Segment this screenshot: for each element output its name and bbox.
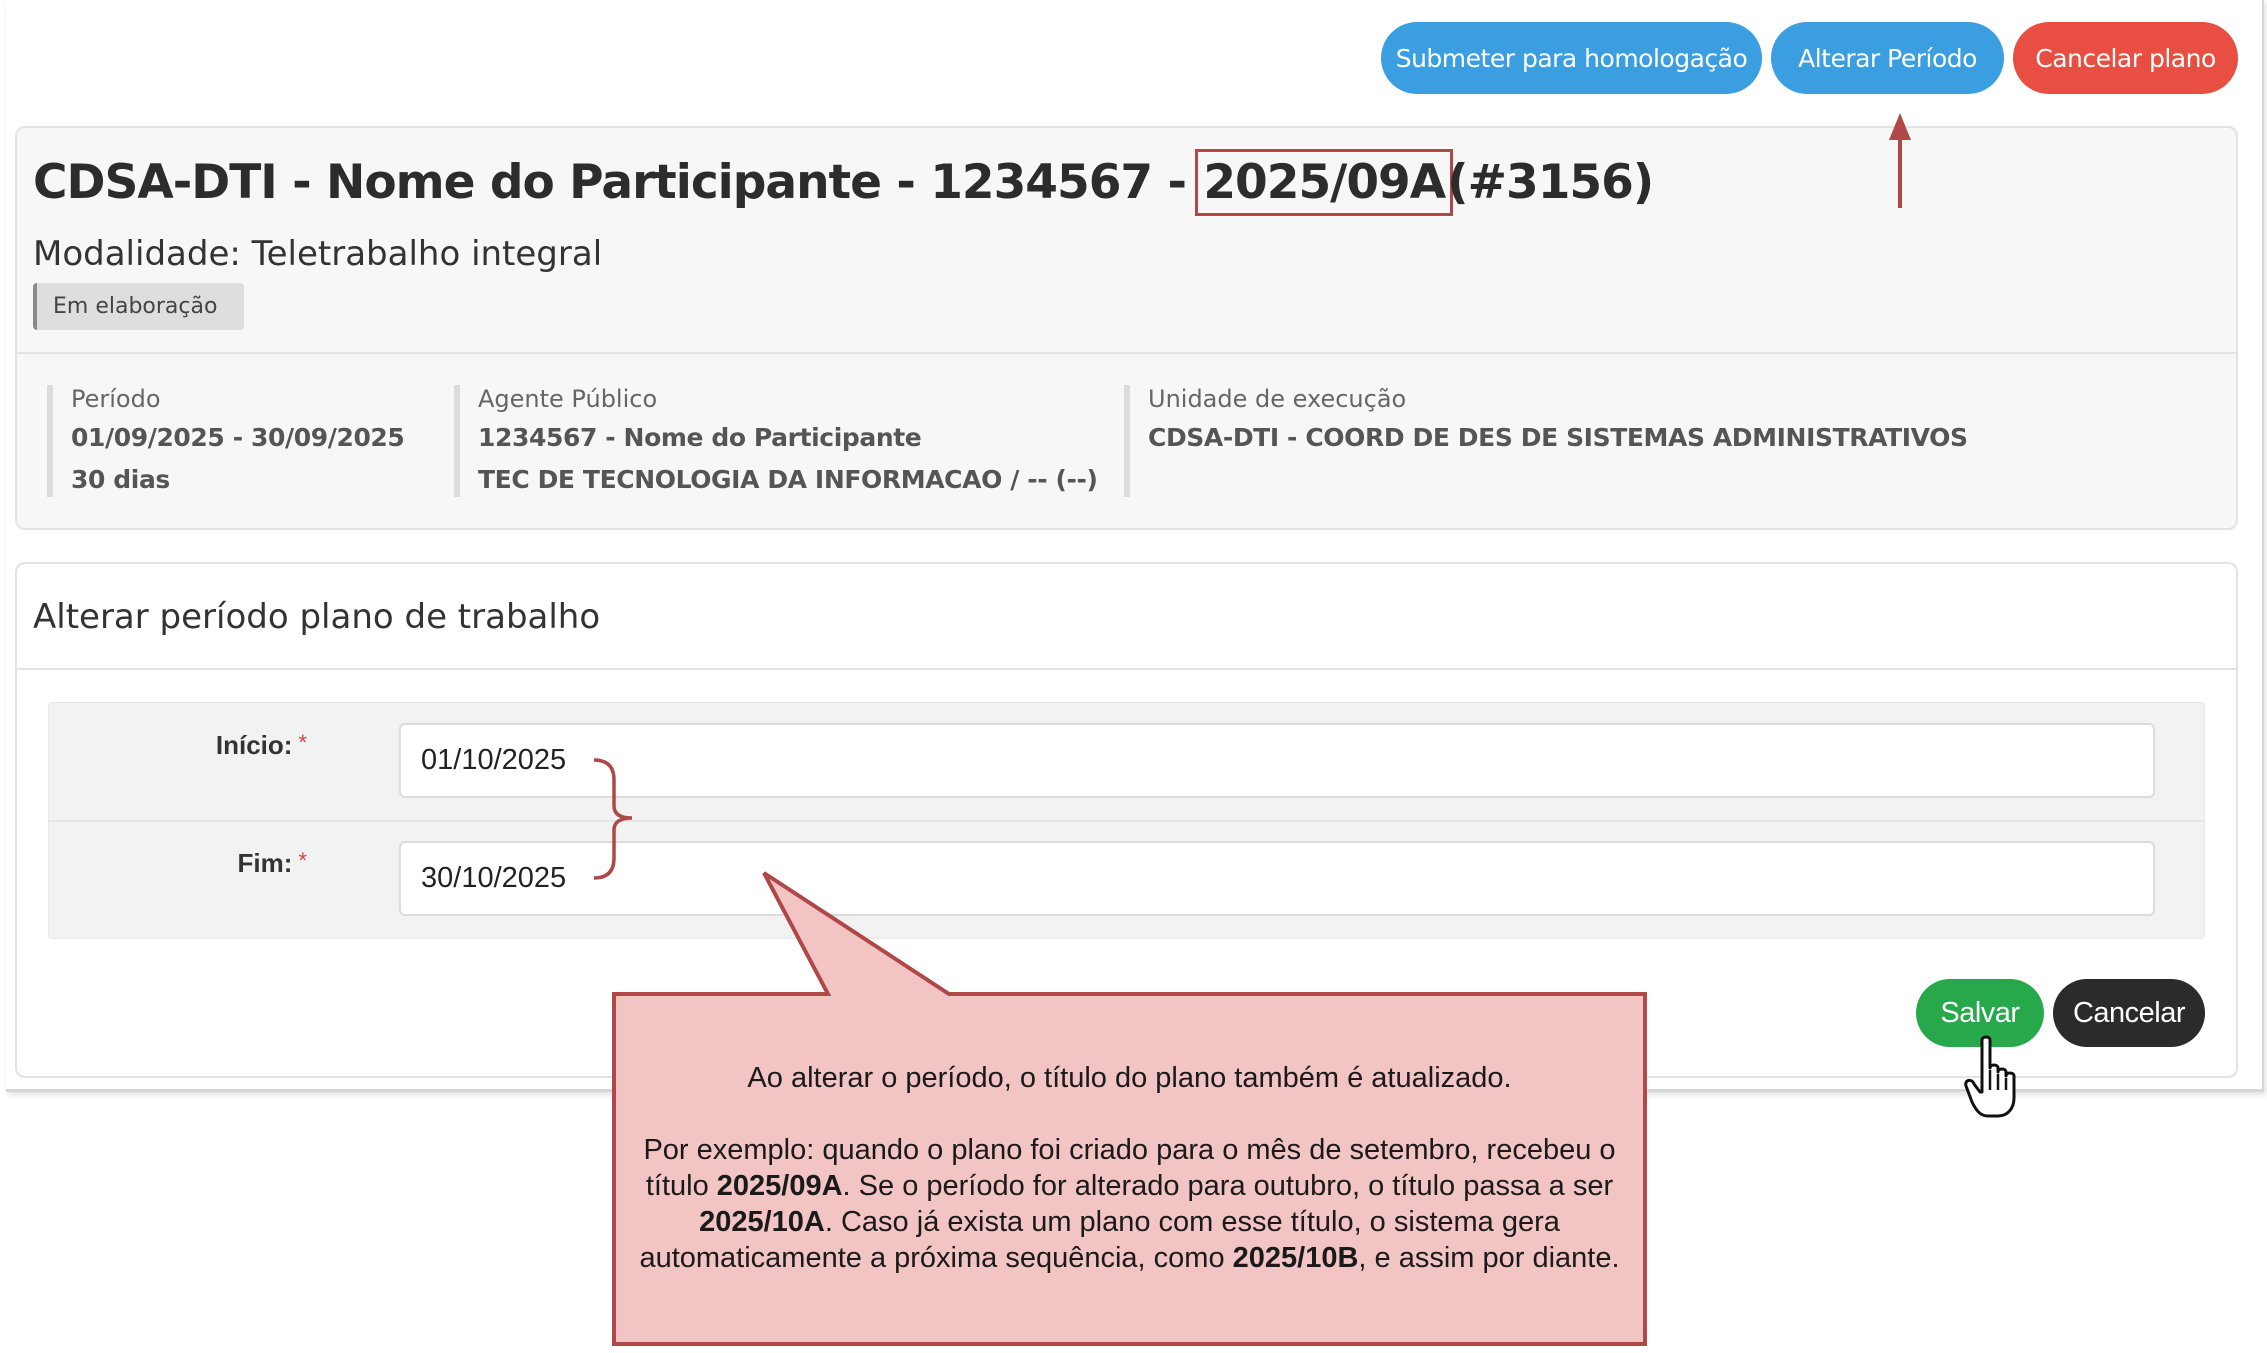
callout-line-1: Ao alterar o período, o título do plano … bbox=[747, 1062, 1512, 1094]
end-date-input[interactable]: 30/10/2025 bbox=[399, 841, 2155, 916]
end-label: Fim: * bbox=[238, 848, 307, 879]
cancel-button[interactable]: Cancelar bbox=[2053, 979, 2205, 1047]
callout-text: Ao alterar o período, o título do plano … bbox=[617, 1000, 1642, 1340]
plan-title-code: 2025/09A bbox=[1195, 149, 1454, 216]
start-label: Início: * bbox=[216, 730, 307, 761]
required-mark: * bbox=[298, 848, 307, 873]
end-label-text: Fim: bbox=[237, 848, 293, 878]
period-form: Início: * 01/10/2025 Fim: * 30/10/2025 bbox=[48, 702, 2205, 939]
callout-paragraph-2: Por exemplo: quando o plano foi criado p… bbox=[625, 1132, 1634, 1276]
plan-modality: Modalidade: Teletrabalho integral bbox=[33, 234, 603, 274]
agent-info: Agente Público 1234567 - Nome do Partici… bbox=[454, 385, 1098, 497]
form-row-divider bbox=[49, 820, 2204, 822]
form-title: Alterar período plano de trabalho bbox=[33, 597, 601, 637]
agent-label: Agente Público bbox=[478, 385, 658, 413]
plan-title-id: (#3156) bbox=[1447, 155, 1654, 210]
unit-info: Unidade de execução CDSA-DTI - COORD DE … bbox=[1124, 385, 1968, 497]
unit-label: Unidade de execução bbox=[1148, 385, 1407, 413]
cancel-plan-button[interactable]: Cancelar plano bbox=[2013, 22, 2238, 94]
header-divider bbox=[16, 352, 2238, 354]
unit-name: CDSA-DTI - COORD DE DES DE SISTEMAS ADMI… bbox=[1148, 423, 1968, 452]
required-mark: * bbox=[298, 730, 307, 755]
status-badge: Em elaboração bbox=[33, 283, 244, 330]
form-title-divider bbox=[16, 668, 2238, 670]
plan-title: CDSA-DTI - Nome do Participante - 123456… bbox=[33, 149, 1654, 216]
period-label: Período bbox=[71, 385, 161, 413]
plan-title-prefix: CDSA-DTI - Nome do Participante - 123456… bbox=[33, 155, 1187, 210]
callout-p2-g: , e assim por diante. bbox=[1358, 1242, 1620, 1274]
callout-code-2: 2025/10A bbox=[699, 1206, 825, 1238]
callout-code-3: 2025/10B bbox=[1232, 1242, 1359, 1274]
callout-gap bbox=[625, 1096, 1634, 1132]
callout-code-1: 2025/09A bbox=[716, 1170, 843, 1202]
callout-p2-c: . Se o período for alterado para outubro… bbox=[842, 1170, 1614, 1202]
agent-name: 1234567 - Nome do Participante bbox=[478, 423, 922, 452]
change-period-button[interactable]: Alterar Período bbox=[1771, 22, 2004, 94]
save-button[interactable]: Salvar bbox=[1916, 979, 2044, 1047]
agent-role: TEC DE TECNOLOGIA DA INFORMACAO / -- (--… bbox=[478, 465, 1098, 494]
period-range: 01/09/2025 - 30/09/2025 bbox=[71, 423, 405, 452]
period-info: Período 01/09/2025 - 30/09/2025 30 dias bbox=[47, 385, 405, 497]
start-date-input[interactable]: 01/10/2025 bbox=[399, 723, 2155, 798]
start-label-text: Início: bbox=[215, 730, 293, 760]
submit-for-approval-button[interactable]: Submeter para homologação bbox=[1381, 22, 1762, 94]
period-days: 30 dias bbox=[71, 465, 170, 494]
